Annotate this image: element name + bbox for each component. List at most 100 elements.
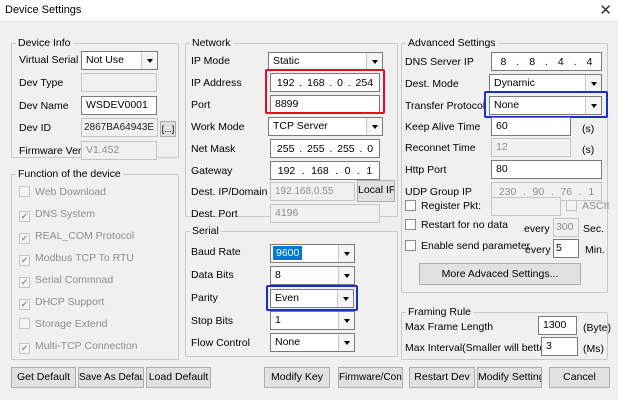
highlight-red-box bbox=[265, 69, 385, 114]
chevron-down-icon bbox=[338, 334, 354, 351]
dev-id-field: 2867BA64943E bbox=[81, 118, 158, 137]
data-bits-select[interactable]: 8 bbox=[270, 266, 355, 285]
max-interval-unit: (Ms) bbox=[583, 343, 604, 355]
modify-setting-button[interactable]: Modify Setting bbox=[477, 367, 542, 388]
dev-type-label: Dev Type bbox=[19, 77, 64, 89]
net-mask-label: Net Mask bbox=[191, 143, 236, 155]
parity-label: Parity bbox=[191, 292, 218, 304]
checkmark-icon: ✔ bbox=[19, 343, 30, 354]
send-minutes-field[interactable]: 5 bbox=[553, 239, 579, 258]
http-port-field[interactable]: 80 bbox=[491, 160, 602, 179]
transfer-protocol-label: Transfer Protocol bbox=[405, 100, 486, 112]
local-ip-button[interactable]: Local IP bbox=[357, 180, 395, 202]
save-as-default-button[interactable]: Save As Default bbox=[78, 367, 144, 388]
framing-legend: Framing Rule bbox=[408, 306, 472, 318]
highlight-blue-box bbox=[484, 91, 608, 118]
ip-octet: 8 bbox=[500, 55, 507, 68]
net-mask-field[interactable]: 255. 255. 255. 0 bbox=[270, 139, 380, 158]
send-every-label: every bbox=[525, 244, 551, 256]
max-frame-label: Max Frame Length bbox=[405, 321, 494, 333]
ip-octet: 255 bbox=[276, 142, 295, 155]
firmware-config-button[interactable]: Firmware/Config bbox=[338, 367, 403, 388]
keep-alive-label: Keep Alive Time bbox=[405, 121, 481, 133]
ip-octet: 76 bbox=[560, 185, 573, 198]
flow-control-select[interactable]: None bbox=[270, 333, 355, 352]
cancel-button[interactable]: Cancel bbox=[549, 367, 610, 388]
function-legend: Function of the device bbox=[18, 168, 121, 180]
dest-ip-field: 192.168.0.55 bbox=[270, 182, 355, 201]
chevron-down-icon bbox=[338, 312, 354, 329]
function-checkbox-7[interactable]: ✔ Multi-TCP Connection bbox=[19, 340, 138, 354]
dev-name-field[interactable]: WSDEV0001 bbox=[81, 96, 157, 115]
virtual-serial-select[interactable]: Not Use bbox=[81, 51, 158, 70]
max-interval-label: Max Interval(Smaller will better) bbox=[405, 342, 553, 354]
checkmark-icon: ✔ bbox=[19, 233, 30, 244]
checkmark-icon: ✔ bbox=[19, 277, 30, 288]
get-default-button[interactable]: Get Default bbox=[11, 367, 76, 388]
function-checkbox-1[interactable]: ✔ DNS System bbox=[19, 208, 95, 222]
serial-legend: Serial bbox=[192, 225, 219, 237]
function-label: Storage Extend bbox=[35, 318, 108, 330]
function-label: Web Download bbox=[35, 186, 107, 198]
ip-octet: 90 bbox=[532, 185, 545, 198]
dns-field[interactable]: 8. 8. 4. 4 bbox=[491, 52, 602, 71]
ip-octet: 168 bbox=[311, 164, 329, 177]
max-interval-field[interactable]: 3 bbox=[541, 337, 578, 356]
function-checkbox-4[interactable]: ✔ Serial Commnad bbox=[19, 274, 113, 288]
ascii-checkbox[interactable]: ASCII bbox=[566, 200, 609, 213]
work-mode-select[interactable]: TCP Server bbox=[268, 117, 383, 136]
dev-id-edit-button[interactable]: [...] bbox=[160, 121, 176, 137]
ip-octet: 255 bbox=[337, 142, 355, 155]
function-checkbox-2[interactable]: ✔ REAL_COM Protocol bbox=[19, 230, 134, 244]
more-advanced-settings-button[interactable]: More Advaced Settings... bbox=[419, 263, 581, 285]
close-icon[interactable]: ✕ bbox=[599, 1, 612, 19]
chevron-down-icon bbox=[366, 118, 382, 135]
load-default-button[interactable]: Load Default bbox=[146, 367, 211, 388]
chevron-down-icon bbox=[338, 267, 354, 284]
dev-name-label: Dev Name bbox=[19, 100, 69, 112]
gateway-field[interactable]: 192. 168. 0. 1 bbox=[270, 161, 380, 180]
ip-octet: 4 bbox=[557, 55, 564, 68]
chevron-down-icon bbox=[585, 75, 601, 92]
stop-bits-label: Stop Bits bbox=[191, 315, 234, 327]
function-checkbox-6[interactable]: Storage Extend bbox=[19, 318, 107, 331]
chevron-down-icon bbox=[338, 245, 354, 262]
keep-alive-field[interactable]: 60 bbox=[491, 117, 571, 136]
checkbox-icon bbox=[566, 200, 577, 211]
data-bits-label: Data Bits bbox=[191, 269, 234, 281]
ip-mode-label: IP Mode bbox=[191, 55, 230, 67]
ip-octet: 255 bbox=[307, 142, 325, 155]
restart-every-label: every bbox=[524, 223, 550, 235]
function-label: Modbus TCP To RTU bbox=[35, 252, 135, 264]
ip-octet: 0 bbox=[367, 142, 374, 155]
stop-bits-select[interactable]: 1 bbox=[270, 311, 355, 330]
checkmark-icon: ✔ bbox=[19, 299, 30, 310]
highlight-blue-box bbox=[266, 285, 358, 311]
modify-key-button[interactable]: Modify Key bbox=[264, 367, 330, 388]
ip-octet: 1 bbox=[588, 185, 595, 198]
dev-type-field bbox=[81, 73, 157, 92]
dest-mode-value: Dynamic bbox=[494, 77, 535, 89]
restart-no-data-checkbox[interactable]: Restart for no data bbox=[405, 219, 508, 232]
ip-octet: 230 bbox=[498, 185, 517, 198]
http-port-label: Http Port bbox=[405, 164, 447, 176]
function-label: REAL_COM Protocol bbox=[35, 230, 135, 242]
ip-octet: 4 bbox=[586, 55, 593, 68]
checkbox-icon bbox=[19, 186, 30, 197]
send-unit: Min. bbox=[585, 244, 605, 256]
register-pkt-checkbox[interactable]: Register Pkt: bbox=[405, 200, 481, 213]
ip-mode-value: Static bbox=[273, 55, 300, 67]
function-checkbox-3[interactable]: ✔ Modbus TCP To RTU bbox=[19, 252, 134, 266]
checkmark-icon: ✔ bbox=[19, 211, 30, 222]
restart-dev-button[interactable]: Restart Dev bbox=[409, 367, 475, 388]
checkbox-icon bbox=[405, 219, 416, 230]
baud-rate-select[interactable]: 9600 bbox=[270, 244, 355, 263]
function-checkbox-0[interactable]: Web Download bbox=[19, 186, 106, 199]
function-checkbox-5[interactable]: ✔ DHCP Support bbox=[19, 296, 104, 310]
ip-octet: 1 bbox=[366, 164, 373, 177]
register-pkt-label: Register Pkt: bbox=[421, 200, 482, 212]
max-frame-field[interactable]: 1300 bbox=[538, 316, 577, 335]
enable-send-parameter-checkbox[interactable]: Enable send parameter bbox=[405, 240, 530, 253]
checkbox-icon bbox=[19, 318, 30, 329]
max-frame-unit: (Byte) bbox=[583, 322, 612, 334]
